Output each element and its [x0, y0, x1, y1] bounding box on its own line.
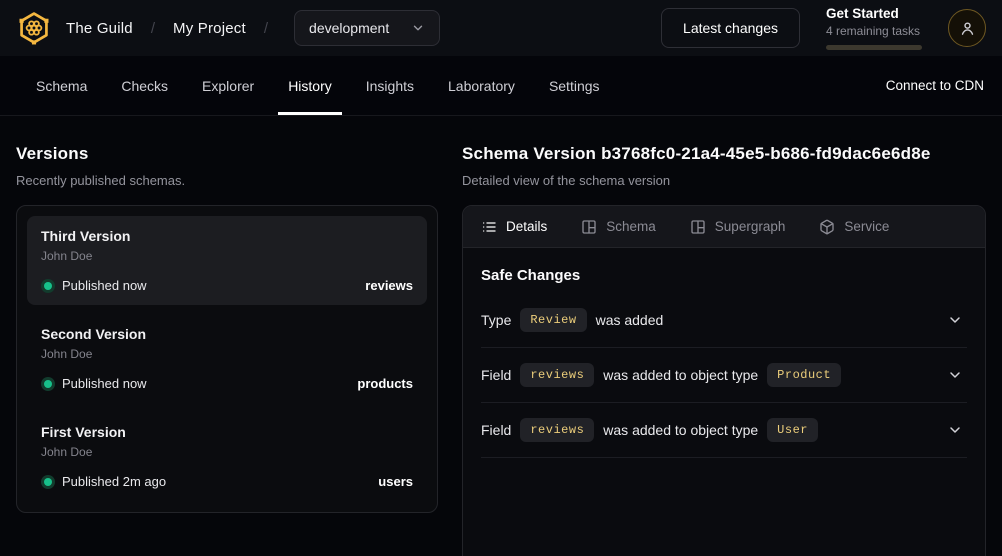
- change-text: was added: [596, 312, 664, 328]
- detail-tab-details[interactable]: Details: [481, 219, 547, 235]
- change-badge: User: [767, 418, 818, 442]
- schema-change-row[interactable]: Field reviews was added to object type User: [481, 403, 967, 458]
- latest-changes-button[interactable]: Latest changes: [661, 8, 800, 48]
- schema-version-subtitle: Detailed view of the schema version: [462, 173, 986, 188]
- get-started-progress-bar: [826, 45, 922, 50]
- nav-tab-insights[interactable]: Insights: [356, 56, 424, 115]
- schema-change-row[interactable]: Field reviews was added to object type Prod…: [481, 348, 967, 403]
- breadcrumb-separator: /: [147, 20, 159, 37]
- change-text: Type: [481, 312, 511, 328]
- notification-dot: [793, 5, 802, 14]
- breadcrumb-org[interactable]: The Guild: [66, 20, 133, 37]
- chevron-down-icon: [411, 21, 425, 35]
- connect-to-cdn-label: Connect to CDN: [886, 78, 984, 93]
- change-badge: Review: [520, 308, 586, 332]
- version-name: Third Version: [41, 228, 413, 244]
- target-navbar: SchemaChecksExplorerHistoryInsightsLabor…: [0, 56, 1002, 116]
- version-meta: Published now reviews: [41, 278, 413, 293]
- change-badge: reviews: [520, 363, 594, 387]
- change-badge: Product: [767, 363, 841, 387]
- version-author: John Doe: [41, 347, 413, 361]
- nav-tabs: SchemaChecksExplorerHistoryInsightsLabor…: [26, 56, 610, 115]
- version-meta: Published 2m ago users: [41, 474, 413, 489]
- change-description: Type Review was added: [481, 308, 663, 332]
- version-status: Published now: [62, 278, 147, 293]
- version-detail-column: Schema Version b3768fc0-21a4-45e5-b686-f…: [462, 144, 986, 556]
- user-avatar[interactable]: [948, 9, 986, 47]
- get-started-title: Get Started: [826, 6, 922, 21]
- detail-tabs: Details Schema Supergraph Service: [463, 206, 985, 248]
- version-detail-panel: Details Schema Supergraph Service Safe Chan…: [462, 205, 986, 556]
- schema-change-row[interactable]: Type Review was added: [481, 293, 967, 348]
- nav-tab-schema[interactable]: Schema: [26, 56, 97, 115]
- latest-changes-label: Latest changes: [683, 20, 778, 36]
- panels-icon: [690, 219, 706, 235]
- schema-version-title: Schema Version b3768fc0-21a4-45e5-b686-f…: [462, 144, 986, 164]
- published-status-icon: [44, 282, 52, 290]
- published-status-icon: [44, 380, 52, 388]
- nav-tab-settings[interactable]: Settings: [539, 56, 610, 115]
- versions-title: Versions: [16, 144, 438, 164]
- changes-list: Type Review was added Field reviews was added…: [481, 293, 967, 458]
- app-window: The Guild / My Project / development Lat…: [0, 0, 1002, 556]
- environment-select[interactable]: development: [294, 10, 440, 46]
- change-description: Field reviews was added to object type Prod…: [481, 363, 841, 387]
- breadcrumb-separator: /: [260, 20, 272, 37]
- change-description: Field reviews was added to object type User: [481, 418, 818, 442]
- breadcrumb-project[interactable]: My Project: [173, 20, 246, 37]
- header: The Guild / My Project / development Lat…: [0, 0, 1002, 56]
- version-list-item[interactable]: Third Version John Doe Published now review…: [27, 216, 427, 305]
- chevron-down-icon[interactable]: [947, 367, 963, 383]
- chevron-down-icon[interactable]: [947, 422, 963, 438]
- user-icon: [959, 20, 976, 37]
- version-status: Published now: [62, 376, 147, 391]
- safe-changes-title: Safe Changes: [481, 267, 967, 284]
- change-text: was added to object type: [603, 367, 758, 383]
- panels-icon: [581, 219, 597, 235]
- versions-subtitle: Recently published schemas.: [16, 173, 438, 188]
- published-status-icon: [44, 478, 52, 486]
- detail-tab-supergraph[interactable]: Supergraph: [690, 219, 786, 235]
- version-list-item[interactable]: Second Version John Doe Published now produ…: [27, 314, 427, 403]
- detail-tab-label: Details: [506, 219, 547, 234]
- versions-column: Versions Recently published schemas. Thi…: [16, 144, 438, 556]
- version-author: John Doe: [41, 249, 413, 263]
- nav-tab-explorer[interactable]: Explorer: [192, 56, 264, 115]
- version-name: First Version: [41, 424, 413, 440]
- version-meta: Published now products: [41, 376, 413, 391]
- connect-to-cdn-link[interactable]: Connect to CDN: [862, 56, 986, 115]
- detail-tab-label: Supergraph: [715, 219, 786, 234]
- detail-tab-schema[interactable]: Schema: [581, 219, 656, 235]
- hive-logo-icon[interactable]: [16, 10, 52, 46]
- get-started-progress-fill: [826, 45, 857, 50]
- change-text: Field: [481, 422, 511, 438]
- versions-list: Third Version John Doe Published now review…: [16, 205, 438, 513]
- environment-select-value: development: [309, 20, 389, 36]
- detail-tab-service[interactable]: Service: [819, 219, 889, 235]
- link-icon: [862, 78, 878, 94]
- version-list-item[interactable]: First Version John Doe Published 2m ago use…: [27, 412, 427, 501]
- detail-tab-label: Service: [844, 219, 889, 234]
- detail-tab-label: Schema: [606, 219, 656, 234]
- version-service: users: [378, 474, 413, 489]
- version-name: Second Version: [41, 326, 413, 342]
- nav-tab-laboratory[interactable]: Laboratory: [438, 56, 525, 115]
- change-badge: reviews: [520, 418, 594, 442]
- version-author: John Doe: [41, 445, 413, 459]
- list-icon: [481, 219, 497, 235]
- nav-tab-checks[interactable]: Checks: [111, 56, 178, 115]
- nav-tab-history[interactable]: History: [278, 56, 342, 115]
- version-service: products: [357, 376, 413, 391]
- version-status: Published 2m ago: [62, 474, 166, 489]
- version-service: reviews: [365, 278, 413, 293]
- detail-body: Safe Changes Type Review was added Field rev…: [463, 248, 985, 458]
- cube-icon: [819, 219, 835, 235]
- chevron-down-icon[interactable]: [947, 312, 963, 328]
- get-started-subtitle: 4 remaining tasks: [826, 24, 922, 38]
- get-started-widget[interactable]: Get Started 4 remaining tasks: [826, 6, 922, 50]
- change-text: was added to object type: [603, 422, 758, 438]
- change-text: Field: [481, 367, 511, 383]
- main-content: Versions Recently published schemas. Thi…: [0, 116, 1002, 556]
